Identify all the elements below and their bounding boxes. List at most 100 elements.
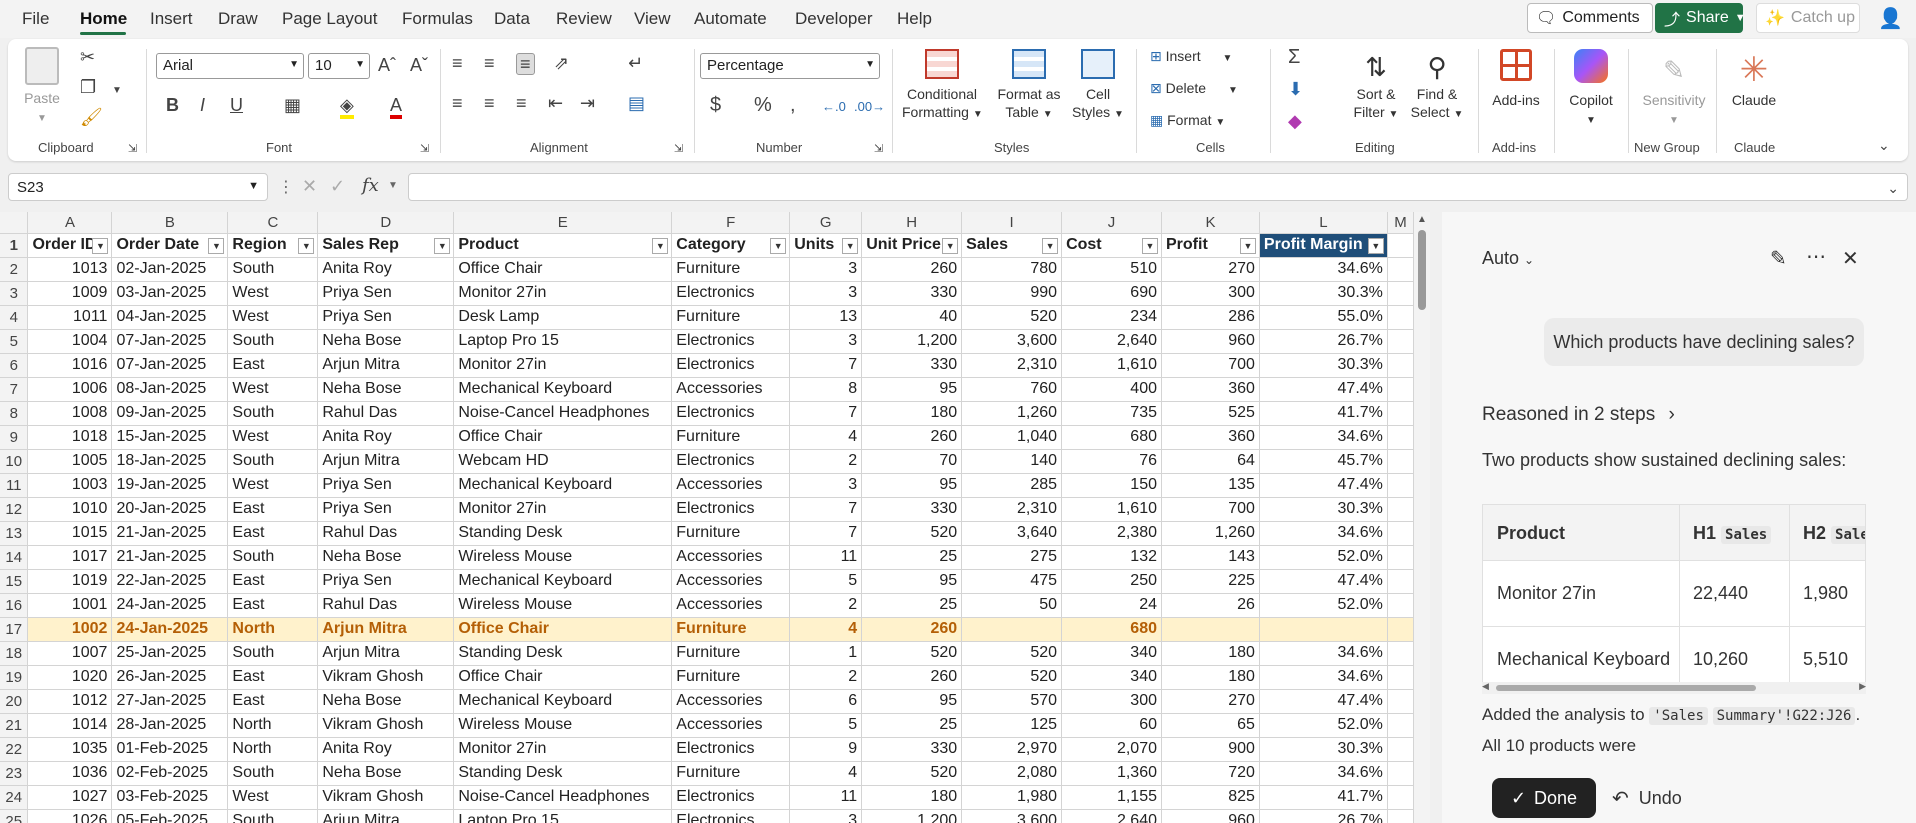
cell[interactable]: 15-Jan-2025 [111, 425, 229, 450]
cell[interactable]: 20-Jan-2025 [111, 497, 229, 522]
cell[interactable]: 07-Jan-2025 [111, 353, 229, 378]
cell[interactable]: 27-Jan-2025 [111, 689, 229, 714]
cell[interactable]: Vikram Ghosh [317, 665, 455, 690]
row-header[interactable]: 9 [0, 425, 29, 450]
cell[interactable]: Electronics [671, 497, 791, 522]
cell[interactable]: 5 [789, 713, 863, 738]
column-header[interactable]: B [111, 212, 229, 234]
cell[interactable]: 1,200 [861, 809, 963, 823]
cell[interactable]: 234 [1061, 305, 1162, 330]
cell[interactable]: 26 [1161, 593, 1260, 618]
cell[interactable]: Mechanical Keyboard [453, 473, 673, 498]
cell[interactable]: 02-Jan-2025 [111, 257, 229, 282]
cell[interactable]: Furniture [671, 641, 791, 666]
cell[interactable]: Arjun Mitra [317, 353, 455, 378]
cell[interactable]: Accessories [671, 545, 791, 570]
cell[interactable]: 400 [1061, 377, 1162, 402]
cell[interactable]: 260 [861, 665, 963, 690]
cell[interactable]: 21-Jan-2025 [111, 545, 229, 570]
cell[interactable]: 2 [789, 593, 863, 618]
cell[interactable]: 76 [1061, 449, 1162, 474]
cell[interactable]: 34.6% [1259, 665, 1388, 690]
cell[interactable]: East [227, 665, 319, 690]
cell[interactable] [1387, 593, 1414, 618]
cell[interactable]: 520 [861, 761, 963, 786]
cell[interactable]: 270 [1161, 257, 1260, 282]
column-header[interactable]: D [317, 212, 455, 234]
reasoning-toggle[interactable]: Reasoned in 2 steps › [1482, 404, 1675, 426]
cell[interactable]: 30.3% [1259, 281, 1388, 306]
cell[interactable]: Rahul Das [317, 401, 455, 426]
cell[interactable] [1387, 353, 1414, 378]
cell[interactable]: 95 [861, 689, 963, 714]
cell[interactable]: North [227, 737, 319, 762]
percent-icon[interactable]: % [754, 95, 772, 115]
dialog-launcher-icon[interactable]: ⇲ [128, 139, 137, 159]
cell[interactable]: Accessories [671, 713, 791, 738]
cell[interactable]: Laptop Pro 15 [453, 329, 673, 354]
cell[interactable]: 3,600 [961, 329, 1063, 354]
cell[interactable] [1387, 257, 1414, 282]
cell[interactable]: Vikram Ghosh [317, 785, 455, 810]
wrap-text-icon[interactable]: ↵ [628, 53, 643, 73]
cell[interactable] [1387, 713, 1414, 738]
italic-icon[interactable]: I [200, 95, 205, 115]
scroll-left-icon[interactable]: ◀ [1482, 681, 1489, 692]
cell[interactable]: 735 [1061, 401, 1162, 426]
cell[interactable]: West [227, 377, 319, 402]
more-options-icon[interactable]: ⋯ [1806, 244, 1826, 269]
cell[interactable]: Furniture [671, 521, 791, 546]
filter-dropdown-icon[interactable]: ▼ [208, 237, 225, 254]
cell[interactable]: 180 [861, 785, 963, 810]
cell[interactable]: 95 [861, 377, 963, 402]
cell[interactable] [1387, 449, 1414, 474]
cell[interactable]: 960 [1161, 809, 1260, 823]
cell[interactable]: 4 [789, 761, 863, 786]
cell[interactable]: 34.6% [1259, 257, 1388, 282]
cell[interactable]: 3 [789, 809, 863, 823]
cell[interactable]: 2,380 [1061, 521, 1162, 546]
cell[interactable] [1387, 473, 1414, 498]
select-all[interactable] [0, 212, 29, 234]
cell[interactable] [961, 617, 1063, 642]
header-cell[interactable]: Sales ▼ [961, 233, 1063, 258]
paste-button[interactable]: Paste ▼ [22, 47, 62, 128]
cell[interactable]: Rahul Das [317, 521, 455, 546]
header-cell[interactable]: Order Date ▼ [111, 233, 229, 258]
cell[interactable]: Rahul Das [317, 593, 455, 618]
row-header[interactable]: 3 [0, 281, 29, 306]
cell[interactable]: 8 [789, 377, 863, 402]
cell[interactable]: 1013 [27, 257, 113, 282]
filter-dropdown-icon[interactable]: ▼ [942, 237, 959, 254]
cell[interactable]: Electronics [671, 809, 791, 823]
cell[interactable] [1387, 761, 1414, 786]
cell[interactable]: Accessories [671, 377, 791, 402]
cell[interactable]: 52.0% [1259, 713, 1388, 738]
column-header[interactable]: G [789, 212, 863, 234]
menu-insert[interactable]: Insert [150, 9, 193, 29]
cell[interactable]: West [227, 425, 319, 450]
chevron-down-icon[interactable]: ▼ [388, 180, 398, 191]
cell[interactable] [1387, 785, 1414, 810]
format-cells-button[interactable]: ▦ Format ▼ [1150, 111, 1225, 132]
cell[interactable]: 04-Jan-2025 [111, 305, 229, 330]
cell[interactable]: 260 [861, 617, 963, 642]
cell[interactable]: West [227, 785, 319, 810]
header-cell[interactable]: Cost ▼ [1061, 233, 1162, 258]
cell[interactable]: 680 [1061, 425, 1162, 450]
cell[interactable]: 1010 [27, 497, 113, 522]
column-header[interactable]: E [453, 212, 673, 234]
comments-button[interactable]: 🗨 Comments [1527, 3, 1653, 33]
underline-icon[interactable]: U [230, 95, 243, 115]
cell[interactable]: Arjun Mitra [317, 809, 455, 823]
cell[interactable]: 1027 [27, 785, 113, 810]
cell[interactable]: 132 [1061, 545, 1162, 570]
increase-decimal-icon[interactable]: ←.0 [822, 97, 846, 117]
cell[interactable]: 250 [1061, 569, 1162, 594]
row-header[interactable]: 21 [0, 713, 29, 738]
cell[interactable]: Electronics [671, 329, 791, 354]
cell[interactable]: Office Chair [453, 425, 673, 450]
cell[interactable]: 360 [1161, 425, 1260, 450]
column-header[interactable]: L [1259, 212, 1388, 234]
cell[interactable]: West [227, 305, 319, 330]
